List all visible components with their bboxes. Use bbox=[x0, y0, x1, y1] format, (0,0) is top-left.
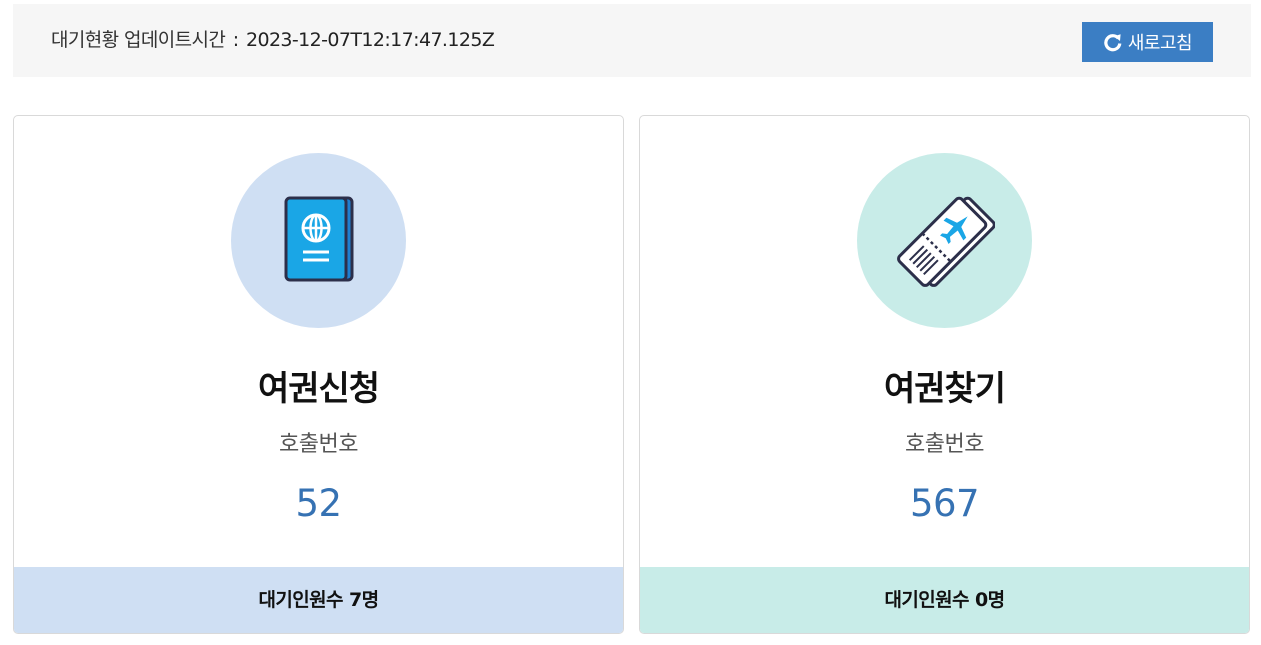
icon-circle bbox=[857, 153, 1032, 328]
call-number: 52 bbox=[295, 482, 342, 525]
icon-circle bbox=[231, 153, 406, 328]
status-separator: : bbox=[232, 29, 239, 51]
call-number: 567 bbox=[909, 482, 980, 525]
call-number-label: 호출번호 bbox=[905, 432, 984, 457]
status-label: 대기현황 업데이트시간 bbox=[51, 29, 226, 51]
refresh-button[interactable]: 새로고침 bbox=[1082, 22, 1213, 62]
refresh-label: 새로고침 bbox=[1127, 33, 1193, 54]
waiting-count: 대기인원수 7명 bbox=[14, 567, 623, 633]
status-bar: 대기현황 업데이트시간 : 2023-12-07T12:17:47.125Z 새… bbox=[13, 4, 1251, 77]
card-passport-application[interactable]: 여권신청 호출번호 52 대기인원수 7명 bbox=[13, 115, 624, 634]
update-status: 대기현황 업데이트시간 : 2023-12-07T12:17:47.125Z bbox=[51, 4, 495, 77]
ticket-icon bbox=[895, 189, 996, 293]
refresh-icon bbox=[1103, 32, 1123, 52]
passport-icon bbox=[282, 194, 356, 288]
call-number-label: 호출번호 bbox=[279, 432, 358, 457]
card-title: 여권신청 bbox=[257, 369, 380, 409]
card-title: 여권찾기 bbox=[883, 369, 1006, 409]
waiting-count: 대기인원수 0명 bbox=[640, 567, 1249, 633]
update-timestamp: 2023-12-07T12:17:47.125Z bbox=[245, 29, 495, 51]
card-passport-pickup[interactable]: 여권찾기 호출번호 567 대기인원수 0명 bbox=[639, 115, 1250, 634]
